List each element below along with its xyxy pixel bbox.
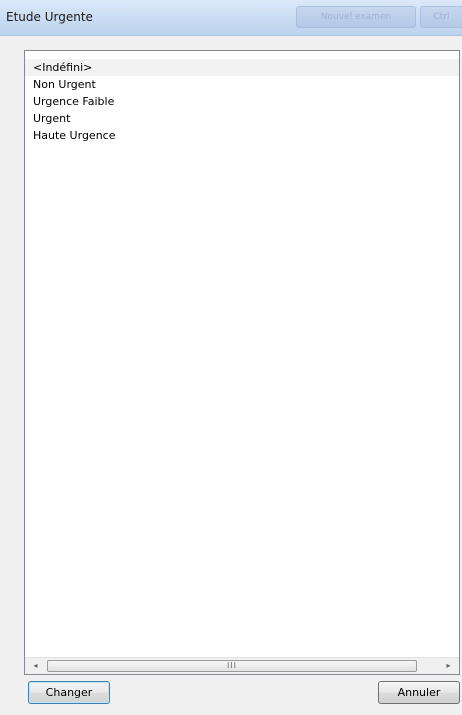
horizontal-scrollbar[interactable]: ◂ III ▸ [25,657,459,674]
scrollbar-grip-icon: III [226,661,238,670]
scroll-left-arrow-icon[interactable]: ◂ [27,658,44,674]
list-item-non-urgent[interactable]: Non Urgent [25,76,459,93]
list-item-urgent[interactable]: Urgent [25,110,459,127]
titlebar-button-ctrl[interactable]: Ctrl [420,6,462,28]
urgency-list: <Indéfini> Non Urgent Urgence Faible Urg… [25,59,459,144]
dialog-window: Etude Urgente Nouvel examen Ctrl <Indéfi… [0,0,462,715]
titlebar-button-new-exam[interactable]: Nouvel examen [296,6,416,28]
title-bar: Etude Urgente Nouvel examen Ctrl [0,0,462,36]
scrollbar-thumb[interactable]: III [47,660,417,672]
scroll-right-arrow-icon[interactable]: ▸ [440,658,457,674]
list-item-high-urgency[interactable]: Haute Urgence [25,127,459,144]
window-title: Etude Urgente [6,10,93,24]
cancel-button[interactable]: Annuler [378,681,460,704]
urgency-listbox[interactable]: <Indéfini> Non Urgent Urgence Faible Urg… [24,50,460,675]
change-button[interactable]: Changer [28,681,110,704]
list-item-undefined[interactable]: <Indéfini> [25,59,459,76]
list-item-low-urgency[interactable]: Urgence Faible [25,93,459,110]
